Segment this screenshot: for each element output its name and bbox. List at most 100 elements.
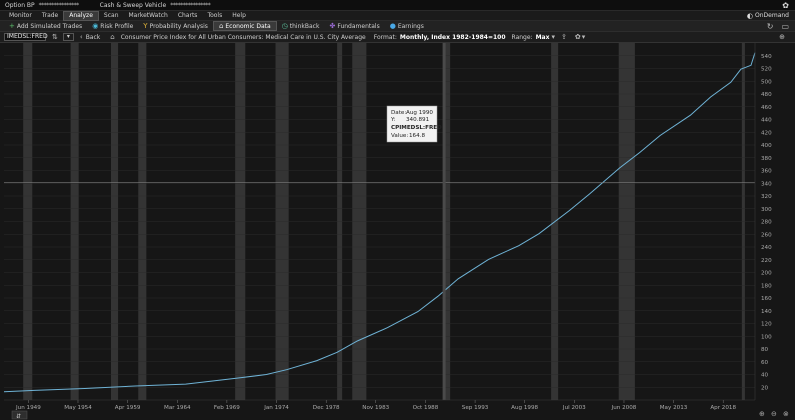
x-tick-label: Sep 1993 [462,405,489,411]
x-tick-label: Mar 1964 [164,405,191,411]
menu-monitor[interactable]: Monitor [4,11,37,21]
main-menu: Monitor Trade Analyze Scan MarketWatch C… [0,10,795,21]
menu-charts[interactable]: Charts [173,11,203,21]
bank-icon: ⌂ [218,22,224,30]
y-tick-label: 240 [761,245,772,251]
sort-icon[interactable]: ⇅ [52,33,58,41]
y-tick-label: 460 [761,105,772,111]
window-menu-icon[interactable]: ▭ [781,22,789,31]
back-button[interactable]: Back [86,34,101,41]
menu-tools[interactable]: Tools [202,11,227,21]
x-tick-label: Dec 1978 [313,405,340,411]
symbol-input[interactable]: IMEDSL:FRED [4,33,48,41]
ondemand-label: OnDemand [755,12,789,19]
y-tick-label: 480 [761,92,772,98]
y-tick-label: 120 [761,322,772,328]
refresh-icon[interactable]: ↻ [767,22,774,31]
format-label: Format: [373,33,397,41]
settings-dropdown-icon[interactable]: ▾ [582,33,586,41]
ondemand-button[interactable]: ◐ OnDemand [747,11,789,21]
option-bp-label: Option BP [5,1,35,9]
tooltip-value-label: Value: [391,133,408,139]
range-value[interactable]: Max [536,34,550,41]
tab-label: Risk Profile [100,22,134,30]
x-tick-label: Aug 1998 [511,405,538,411]
format-value[interactable]: Monthly, Index 1982-1984=100 [400,34,506,41]
tab-label: Add Simulated Trades [16,22,83,30]
tab-fundamentals[interactable]: ✤ Fundamentals [324,21,384,31]
x-tick-label: Apr 1959 [115,405,141,411]
x-tick-label: Nov 1983 [362,405,389,411]
zoom-in-icon[interactable]: ⊕ [759,410,765,418]
chevron-left-icon[interactable]: ‹ [80,33,83,41]
ondemand-icon: ◐ [746,12,754,20]
y-tick-label: 400 [761,143,772,149]
menu-trade[interactable]: Trade [37,11,63,21]
y-tick-label: 200 [761,271,772,277]
tab-thinkback[interactable]: ◷ thinkBack [277,21,325,31]
tooltip-series-name: CPIMEDSL:FRED [391,125,442,131]
x-tick-label: Jan 1974 [263,405,289,411]
settings-gear-icon[interactable]: ✿ [782,1,789,10]
y-tick-label: 440 [761,118,772,124]
fundamentals-icon: ✤ [329,22,336,30]
menu-scan[interactable]: Scan [99,11,124,21]
account-bar: Option BP **************** Cash & Sweep … [0,0,795,11]
y-tick-label: 20 [761,385,769,391]
tab-economic-data[interactable]: ⌂ Economic Data [212,21,277,31]
y-tick-label: 260 [761,232,772,238]
home-icon[interactable]: ⌂ [110,33,114,41]
menu-marketwatch[interactable]: MarketWatch [124,11,173,21]
tab-label: Earnings [397,22,424,30]
tooltip-date-value: Aug 1990 [406,110,433,116]
y-tick-label: 180 [761,283,772,289]
x-tick-label: Jun 2008 [611,405,637,411]
range-dropdown-icon[interactable]: ▾ [551,33,555,41]
y-tick-label: 360 [761,169,772,175]
y-tick-label: 80 [761,347,769,353]
gear-icon[interactable]: ✿ [575,33,581,41]
x-tick-label: Feb 1969 [214,405,240,411]
tab-label: Economic Data [225,22,271,30]
range-label: Range: [511,33,533,41]
tooltip-date-label: Date: [391,110,406,116]
menu-help[interactable]: Help [227,11,251,21]
share-icon[interactable]: ⇪ [561,33,567,41]
risk-profile-icon: ◉ [92,22,99,30]
tab-earnings[interactable]: ● Earnings [385,21,429,31]
y-tick-label: 500 [761,79,772,85]
chart-toolbar: IMEDSL:FRED ⇅ ▾ ‹ Back ⌂ Consumer Price … [0,32,795,43]
tab-probability-analysis[interactable]: Y Probability Analysis [138,21,213,31]
menu-analyze[interactable]: Analyze [63,10,99,21]
y-tick-label: 100 [761,334,772,340]
tab-label: Probability Analysis [149,22,208,30]
tab-add-simulated-trades[interactable]: + Add Simulated Trades [4,21,87,31]
dropdown-toggle-button[interactable]: ▾ [62,33,74,41]
zoom-out-icon[interactable]: ⊖ [771,410,777,418]
cash-sweep-label: Cash & Sweep Vehicle [99,1,167,9]
plus-icon: + [9,22,15,30]
expand-icon: ⇵ [16,413,21,420]
tab-risk-profile[interactable]: ◉ Risk Profile [87,21,138,31]
y-tick-label: 340 [761,181,772,187]
chart-background [0,43,795,420]
tab-label: Fundamentals [337,22,380,30]
analyze-subtabs: + Add Simulated Trades ◉ Risk Profile Y … [0,21,795,32]
lightbulb-icon: ● [389,22,396,30]
cpi-line-chart[interactable]: 20 40 60 80 100 120 140 160 180 200 220 240 260 280 30… [0,43,795,420]
y-tick-label: 280 [761,220,772,226]
chart-area[interactable]: 20 40 60 80 100 120 140 160 180 200 220 240 260 280 30… [0,43,795,420]
x-tick-label: Jul 2003 [562,405,586,411]
y-tick-label: 320 [761,194,772,200]
y-tick-label: 140 [761,309,772,315]
zoom-fit-icon[interactable]: ⊗ [783,410,789,418]
x-tick-label: Apr 2018 [710,405,736,411]
pin-icon[interactable]: ⊕ [779,33,785,41]
x-tick-label: Jun 1949 [15,405,41,411]
tooltip-y-value: 340.891 [406,117,430,123]
y-tick-label: 160 [761,296,772,302]
y-tick-label: 380 [761,156,772,162]
probability-icon: Y [143,22,148,30]
option-bp-value: **************** [38,1,80,9]
y-tick-label: 300 [761,207,772,213]
